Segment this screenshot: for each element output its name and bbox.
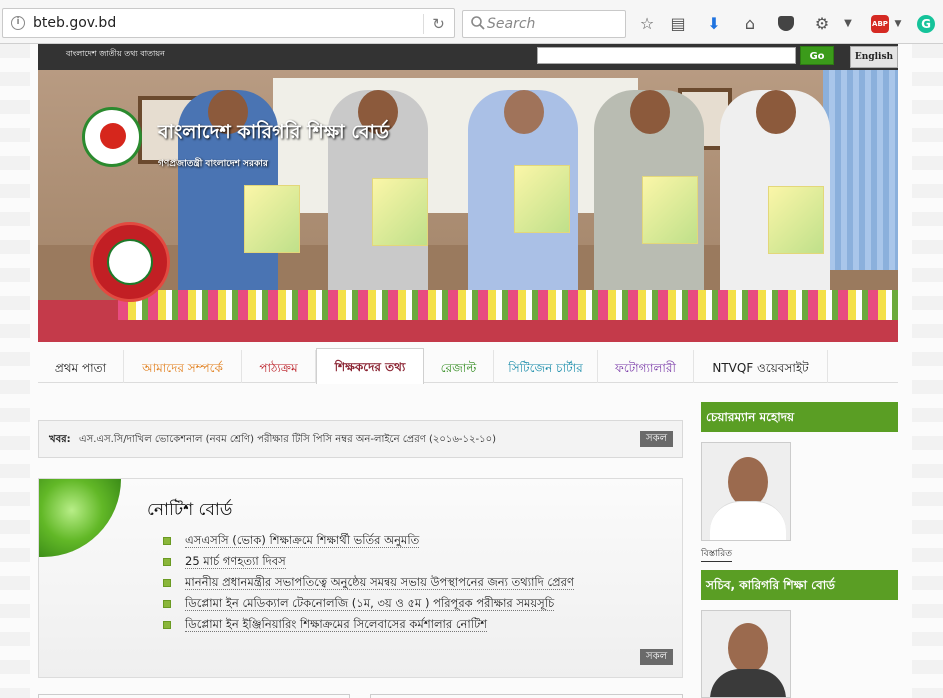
nav-curriculum[interactable]: পাঠ্যক্রম — [242, 350, 316, 383]
header-banner: বাংলাদেশ কারিগরি শিক্ষা বোর্ড গণপ্রজাতন্… — [38, 70, 898, 342]
notice-list: এসএসসি (ভোক) শিক্ষাক্রমে শিক্ষার্থী ভর্ত… — [163, 531, 574, 636]
nav-label: সিটিজেন চার্টার — [508, 361, 583, 375]
chairman-photo — [701, 442, 791, 541]
nav-label: ফটোগ্যালারী — [615, 361, 676, 375]
notice-all-button[interactable]: সকল — [640, 649, 673, 665]
bullet-icon — [163, 558, 171, 566]
secretary-suit — [710, 669, 786, 697]
nav-label: NTVQF ওয়েবসাইট — [712, 361, 809, 375]
report-book — [514, 165, 570, 233]
nav-about-us[interactable]: আমাদের সম্পর্কে — [124, 350, 242, 383]
bullet-icon — [163, 600, 171, 608]
nav-label: শিক্ষকদের তথ্য — [334, 360, 406, 374]
browser-search-box[interactable] — [462, 10, 626, 38]
home-icon[interactable]: ⌂ — [740, 14, 760, 34]
browser-toolbar: i bteb.gov.bd ↻ ☆ ▤ ⬇ ⌂ ⚙ ▼ ABP ▼ G — [0, 0, 943, 44]
site-title: বাংলাদেশ কারিগরি শিক্ষা বোর্ড — [158, 121, 390, 143]
go-button[interactable]: Go — [800, 46, 834, 65]
chairman-heading: চেয়ারম্যান মহোদয় — [701, 402, 898, 432]
notice-item-text[interactable]: 25 মার্চ গণহত্যা দিবস — [185, 554, 286, 569]
overflow-chevron-icon[interactable]: ▼ — [838, 14, 858, 34]
notice-item-text[interactable]: ডিপ্লোমা ইন ইঞ্জিনিয়ারিং শিক্ষাক্রমের স… — [185, 617, 488, 632]
notice-item[interactable]: এসএসসি (ভোক) শিক্ষাক্রমে শিক্ষার্থী ভর্ত… — [163, 531, 574, 552]
nav-label: রেজাল্ট — [440, 361, 477, 375]
secretary-photo — [701, 610, 791, 698]
reader-view-icon[interactable]: ▤ — [668, 14, 688, 34]
search-icon — [471, 16, 485, 30]
pocket-icon[interactable] — [778, 16, 794, 31]
news-label: খবর: — [49, 434, 71, 445]
report-book — [372, 178, 428, 246]
notice-item-text[interactable]: ডিপ্লোমা ইন মেডিক্যাল টেকনোলজি (১ম, ৩য় … — [185, 596, 555, 611]
nav-photo-gallery[interactable]: ফটোগ্যালারী — [598, 350, 694, 383]
extension-icon[interactable]: ⚙ — [812, 14, 832, 34]
address-bar[interactable]: i bteb.gov.bd ↻ — [2, 8, 455, 38]
site-subtitle: গণপ্রজাতন্ত্রী বাংলাদেশ সরকার — [158, 159, 268, 169]
notice-board: নোটিশ বোর্ড এসএসসি (ভোক) শিক্ষাক্রমে শিক… — [38, 478, 683, 678]
notice-item[interactable]: মাননীয় প্রধানমন্ত্রীর সভাপতিত্বে অনুষ্ঠ… — [163, 573, 574, 594]
details-link[interactable]: বিস্তারিত — [701, 546, 732, 562]
nav-citizen-charter[interactable]: সিটিজেন চার্টার — [494, 350, 598, 383]
adblock-menu-chevron-icon[interactable]: ▼ — [888, 14, 908, 34]
national-portal-link[interactable]: বাংলাদেশ জাতীয় তথ্য বাতায়ন — [66, 48, 165, 61]
notice-board-title: নোটিশ বোর্ড — [147, 500, 233, 520]
page-left-border — [0, 44, 30, 698]
nav-teachers-info[interactable]: শিক্ষকদের তথ্য — [316, 348, 424, 384]
report-book — [642, 176, 698, 244]
search-input[interactable] — [487, 15, 621, 33]
grammarly-icon[interactable]: G — [917, 15, 935, 33]
reload-icon[interactable]: ↻ — [423, 14, 453, 34]
report-book — [244, 185, 300, 253]
news-all-button[interactable]: সকল — [640, 431, 673, 447]
main-nav: প্রথম পাতা আমাদের সম্পর্কে পাঠ্যক্রম শিক… — [38, 348, 898, 384]
nav-result[interactable]: রেজাল্ট — [424, 350, 494, 383]
english-language-button[interactable]: English — [850, 46, 898, 68]
info-icon[interactable]: i — [11, 16, 25, 30]
page-right-border — [912, 44, 943, 698]
notice-item-text[interactable]: মাননীয় প্রধানমন্ত্রীর সভাপতিত্বে অনুষ্ঠ… — [185, 575, 574, 590]
secretary-heading: সচিব, কারিগরি শিক্ষা বোর্ড — [701, 570, 898, 600]
banner-curtain — [823, 70, 898, 270]
url-text[interactable]: bteb.gov.bd — [33, 15, 116, 31]
news-headline[interactable]: এস.এস.সি/দাখিল ভোকেশনাল (নবম শ্রেণি) পরী… — [79, 432, 496, 449]
bullet-icon — [163, 621, 171, 629]
download-icon[interactable]: ⬇ — [704, 14, 724, 34]
chairman-face — [728, 457, 768, 507]
globe-icon — [39, 479, 121, 557]
report-book — [768, 186, 824, 254]
news-ticker: খবর: এস.এস.সি/দাখিল ভোকেশনাল (নবম শ্রেণি… — [38, 420, 683, 458]
bullet-icon — [163, 579, 171, 587]
chairman-shirt — [710, 501, 786, 540]
notice-item-text[interactable]: এসএসসি (ভোক) শিক্ষাক্রমে শিক্ষার্থী ভর্ত… — [185, 533, 420, 548]
secretary-face — [728, 623, 768, 673]
notice-item[interactable]: ডিপ্লোমা ইন মেডিক্যাল টেকনোলজি (১ম, ৩য় … — [163, 594, 574, 615]
nav-ntvqf-website[interactable]: NTVQF ওয়েবসাইট — [694, 350, 828, 383]
notice-item[interactable]: 25 মার্চ গণহত্যা দিবস — [163, 552, 574, 573]
government-emblem-logo — [82, 107, 142, 167]
nav-label: প্রথম পাতা — [54, 361, 107, 375]
bullet-icon — [163, 537, 171, 545]
nav-home[interactable]: প্রথম পাতা — [38, 350, 124, 383]
bottom-panel-right — [370, 694, 683, 698]
bottom-panel-left — [38, 694, 350, 698]
notice-item[interactable]: ডিপ্লোমা ইন ইঞ্জিনিয়ারিং শিক্ষাক্রমের স… — [163, 615, 574, 636]
board-seal-logo — [90, 222, 170, 302]
bookmark-star-icon[interactable]: ☆ — [637, 14, 657, 34]
site-search-input[interactable] — [537, 47, 796, 64]
nav-label: পাঠ্যক্রম — [259, 361, 298, 375]
banner-flowers — [118, 290, 898, 320]
adblock-plus-icon[interactable]: ABP — [871, 15, 889, 33]
nav-label: আমাদের সম্পর্কে — [142, 361, 223, 375]
